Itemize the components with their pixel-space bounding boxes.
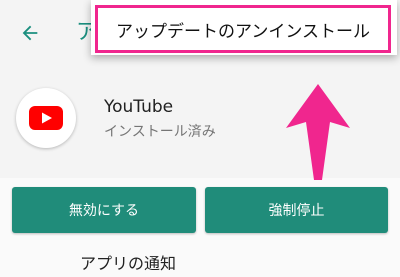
app-info-screen: ア YouTube インストール済み 無効にする 強制停止 アプリの通知 アップ… — [0, 0, 400, 277]
menu-item-uninstall-updates[interactable]: アップデートのアンインストール — [95, 5, 391, 53]
force-stop-button[interactable]: 強制停止 — [205, 187, 388, 233]
disable-button[interactable]: 無効にする — [12, 187, 196, 233]
section-app-notifications[interactable]: アプリの通知 — [80, 250, 176, 274]
overflow-menu: アップデートのアンインストール — [91, 0, 397, 55]
youtube-logo-icon — [29, 106, 63, 130]
install-status: インストール済み — [104, 124, 216, 140]
arrow-left-icon — [22, 25, 38, 41]
back-button[interactable] — [8, 11, 52, 55]
app-icon — [16, 88, 76, 148]
app-name: YouTube — [104, 97, 174, 117]
up-arrow-annotation — [286, 84, 350, 180]
